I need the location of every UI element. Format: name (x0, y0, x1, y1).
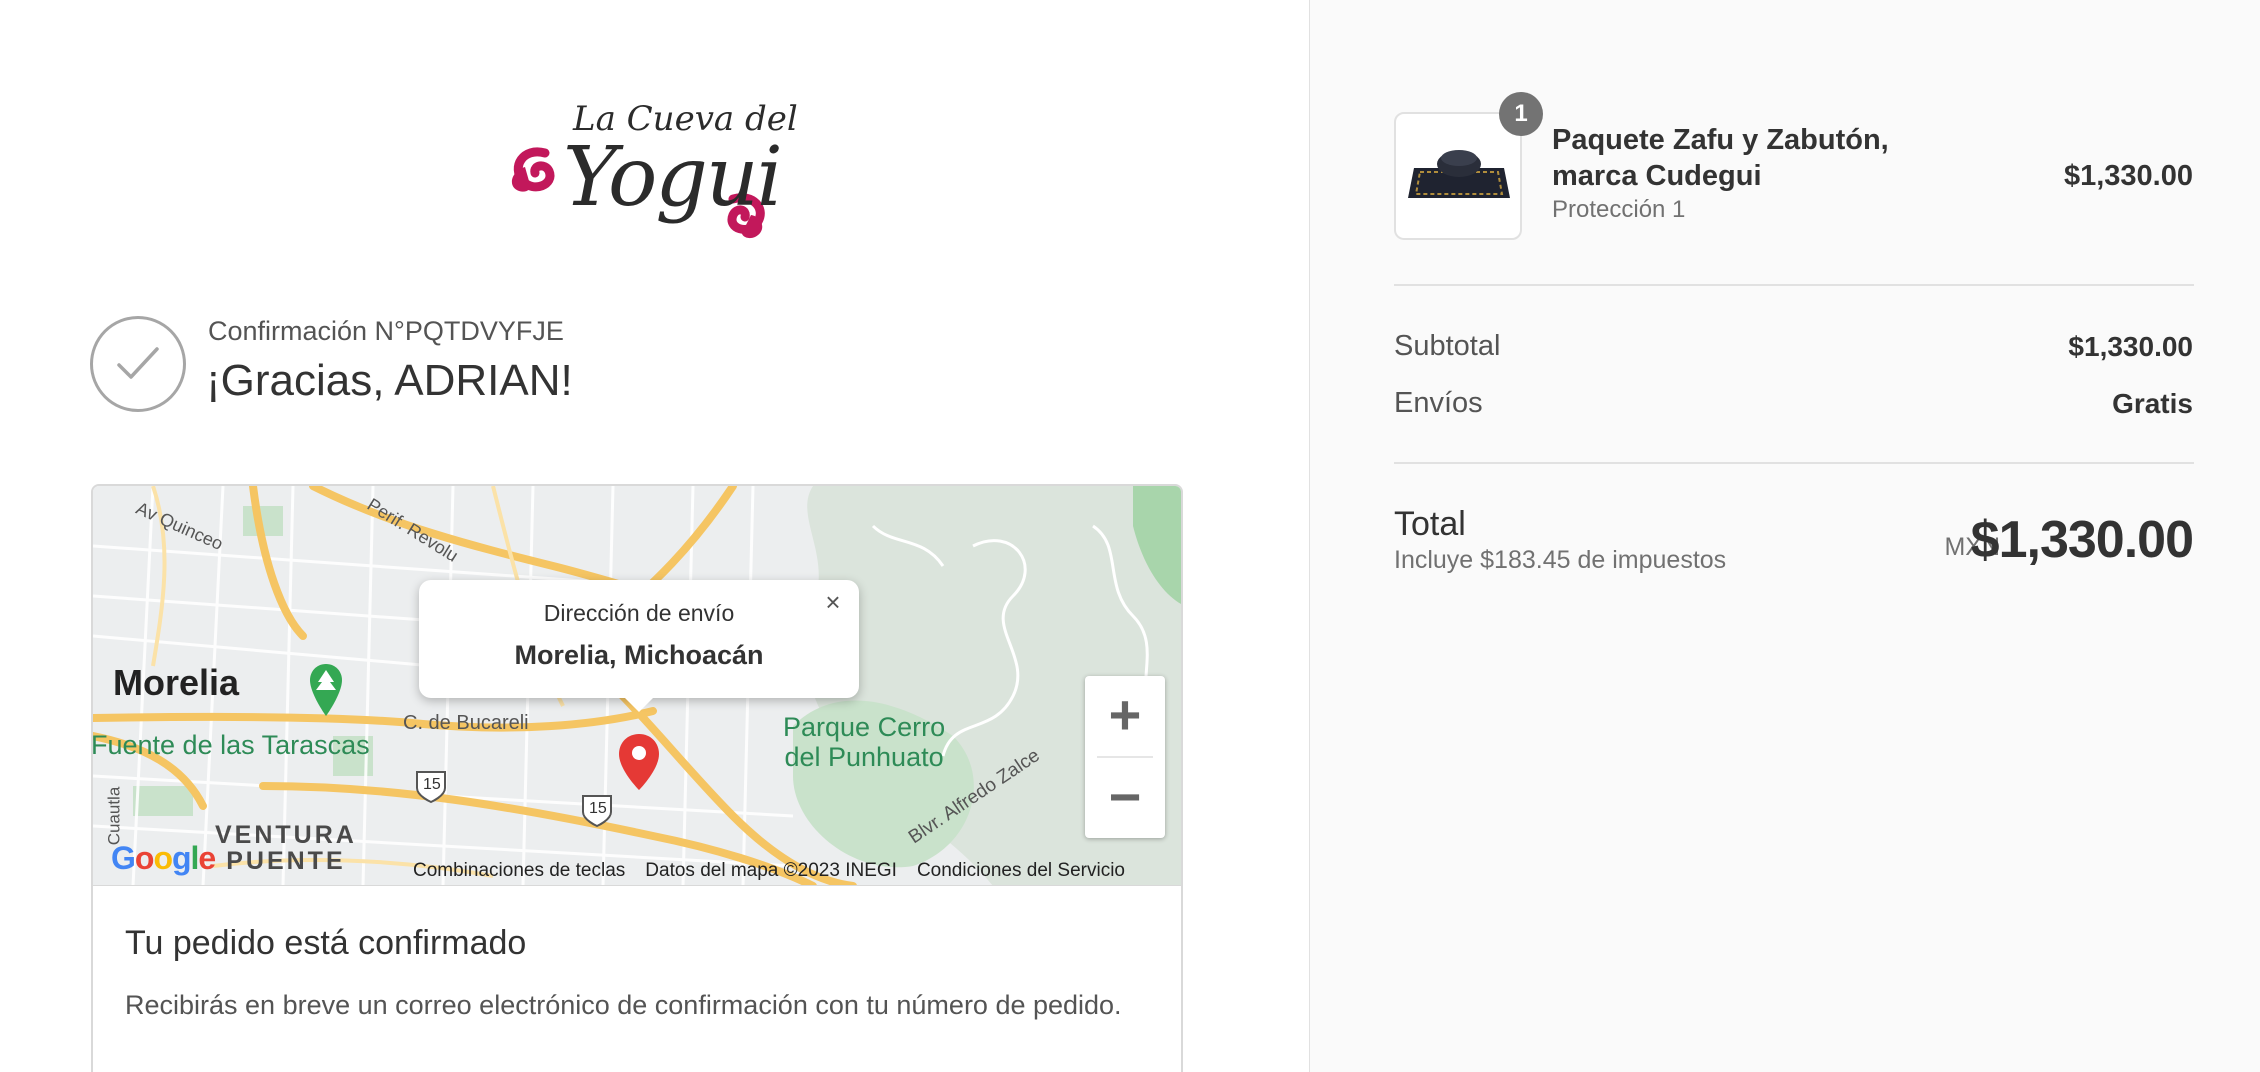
highway-number-1: 15 (423, 776, 441, 793)
tax-note: Incluye $183.45 de impuestos (1394, 546, 1727, 574)
order-status-message: Recibirás en breve un correo electrónico… (125, 990, 1122, 1020)
map-label-ventura-line1: VENTURA (215, 821, 357, 849)
store-logo[interactable]: La Cueva del Yogui (505, 95, 798, 245)
map-label-parque-line2: del Punhuato (784, 742, 944, 772)
location-pin-icon[interactable] (617, 732, 661, 792)
zoom-control: + − (1085, 676, 1165, 838)
keyboard-shortcuts-link[interactable]: Combinaciones de teclas (413, 860, 625, 882)
terms-link[interactable]: Condiciones del Servicio (917, 860, 1125, 882)
confirmation-number: Confirmación N°PQTDVYFJE (208, 316, 564, 346)
popup-title: Dirección de envío (543, 600, 735, 626)
map-label-parque-line1: Parque Cerro (783, 712, 946, 742)
summary-divider (1394, 284, 2194, 286)
summary-divider (1394, 462, 2194, 464)
zoom-out-button[interactable]: − (1085, 758, 1165, 838)
subtotal-value: $1,330.00 (2068, 331, 2193, 362)
product-thumbnail (1394, 112, 1522, 240)
product-name: Paquete Zafu y Zabutón, marca Cudegui (1552, 124, 1889, 192)
subtotal-label: Subtotal (1394, 330, 1501, 362)
quantity-badge: 1 (1499, 92, 1543, 136)
checkmark-icon (90, 316, 186, 412)
shipping-map[interactable]: Av Quinceo Perif. Revolu Morelia Fuente … (93, 486, 1181, 886)
map-label-ventura-line2: PUENTE (226, 847, 346, 875)
park-pin-icon (310, 664, 342, 716)
map-label-morelia: Morelia (113, 662, 240, 703)
map-label-ventura: VENTURA PUENTE (215, 822, 357, 874)
order-status-title: Tu pedido está confirmado (125, 924, 527, 962)
address-popup: Dirección de envío Morelia, Michoacán × (419, 580, 859, 712)
thank-you-heading: ¡Gracias, ADRIAN! (206, 356, 573, 405)
logo-text-main: Yogui (563, 130, 783, 225)
product-variant: Protección 1 (1552, 196, 1686, 223)
google-logo: Google (111, 840, 216, 876)
product-price: $1,330.00 (2063, 160, 2193, 192)
map-label-cuautla: Cuautla (104, 786, 124, 846)
product-image-icon (1408, 150, 1510, 198)
shipping-value: Gratis (2112, 388, 2193, 419)
main-content: La Cueva del Yogui Confirmación N°PQTDVY… (0, 0, 1309, 1072)
map-attribution: Combinaciones de teclas Datos del mapa ©… (413, 856, 1125, 885)
popup-tail (624, 697, 654, 712)
total-value: $1,330.00 (1970, 511, 2194, 569)
map-label-parque: Parque Cerro del Punhuato (783, 712, 945, 772)
highway-number-2: 15 (589, 800, 607, 817)
map-label-bucareli: C. de Bucareli (403, 712, 529, 734)
order-summary: 1 Paquete Zafu y Zabutón, marca Cudegui … (1309, 0, 2260, 1072)
zoom-in-button[interactable]: + (1085, 676, 1165, 756)
map-data-credit: Datos del mapa ©2023 INEGI (645, 860, 897, 881)
order-confirmation-card: Av Quinceo Perif. Revolu Morelia Fuente … (91, 484, 1183, 1072)
close-icon[interactable]: × (821, 589, 845, 615)
order-status-section: Tu pedido está confirmado Recibirás en b… (93, 886, 1181, 1072)
shipping-label: Envíos (1394, 387, 1483, 419)
total-label: Total (1394, 505, 1466, 543)
map-label-fuente: Fuente de las Tarascas (93, 730, 370, 760)
popup-address: Morelia, Michoacán (514, 640, 764, 670)
